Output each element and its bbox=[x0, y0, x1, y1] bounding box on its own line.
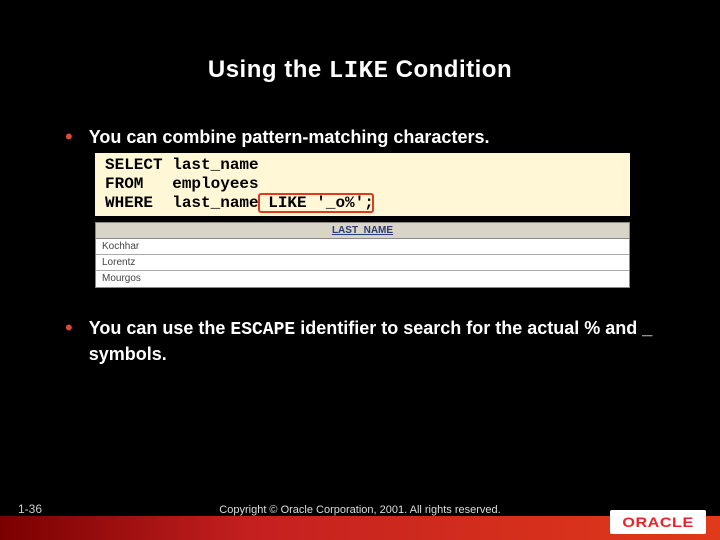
bullet-2-text: You can use the ESCAPE identifier to sea… bbox=[89, 316, 670, 366]
slide-title: Using the LIKE Condition bbox=[0, 0, 720, 85]
title-pre: Using the bbox=[208, 56, 329, 83]
slide: Using the LIKE Condition • You can combi… bbox=[0, 0, 720, 540]
oracle-logo-text: ORACLE bbox=[622, 514, 693, 530]
bullet-2-code: ESCAPE bbox=[230, 320, 295, 340]
sql-line-1: SELECT last_name bbox=[105, 156, 259, 174]
sql-code-box: SELECT last_name FROM employees WHERE la… bbox=[95, 153, 630, 216]
title-post: Condition bbox=[388, 56, 512, 83]
result-table: LAST_NAME Kochhar Lorentz Mourgos bbox=[95, 222, 630, 288]
result-row: Lorentz bbox=[96, 255, 629, 271]
title-code: LIKE bbox=[329, 58, 389, 85]
bullet-1-text: You can combine pattern-matching charact… bbox=[89, 125, 490, 149]
result-header: LAST_NAME bbox=[96, 223, 629, 239]
bullet-icon: • bbox=[65, 127, 73, 147]
bullet-1: • You can combine pattern-matching chara… bbox=[55, 125, 670, 149]
result-row: Kochhar bbox=[96, 239, 629, 255]
result-row: Mourgos bbox=[96, 271, 629, 287]
bullet-2: • You can use the ESCAPE identifier to s… bbox=[55, 316, 670, 366]
bullet-icon: • bbox=[65, 318, 73, 338]
oracle-logo: ORACLE bbox=[610, 510, 706, 534]
footer: 1-36 Copyright © Oracle Corporation, 200… bbox=[0, 498, 720, 540]
bullet-2-pre: You can use the bbox=[89, 318, 231, 338]
sql-line-2: FROM employees bbox=[105, 175, 259, 193]
content-area: • You can combine pattern-matching chara… bbox=[0, 85, 720, 366]
sql-line-3: WHERE last_name LIKE '_o%'; bbox=[105, 194, 374, 212]
